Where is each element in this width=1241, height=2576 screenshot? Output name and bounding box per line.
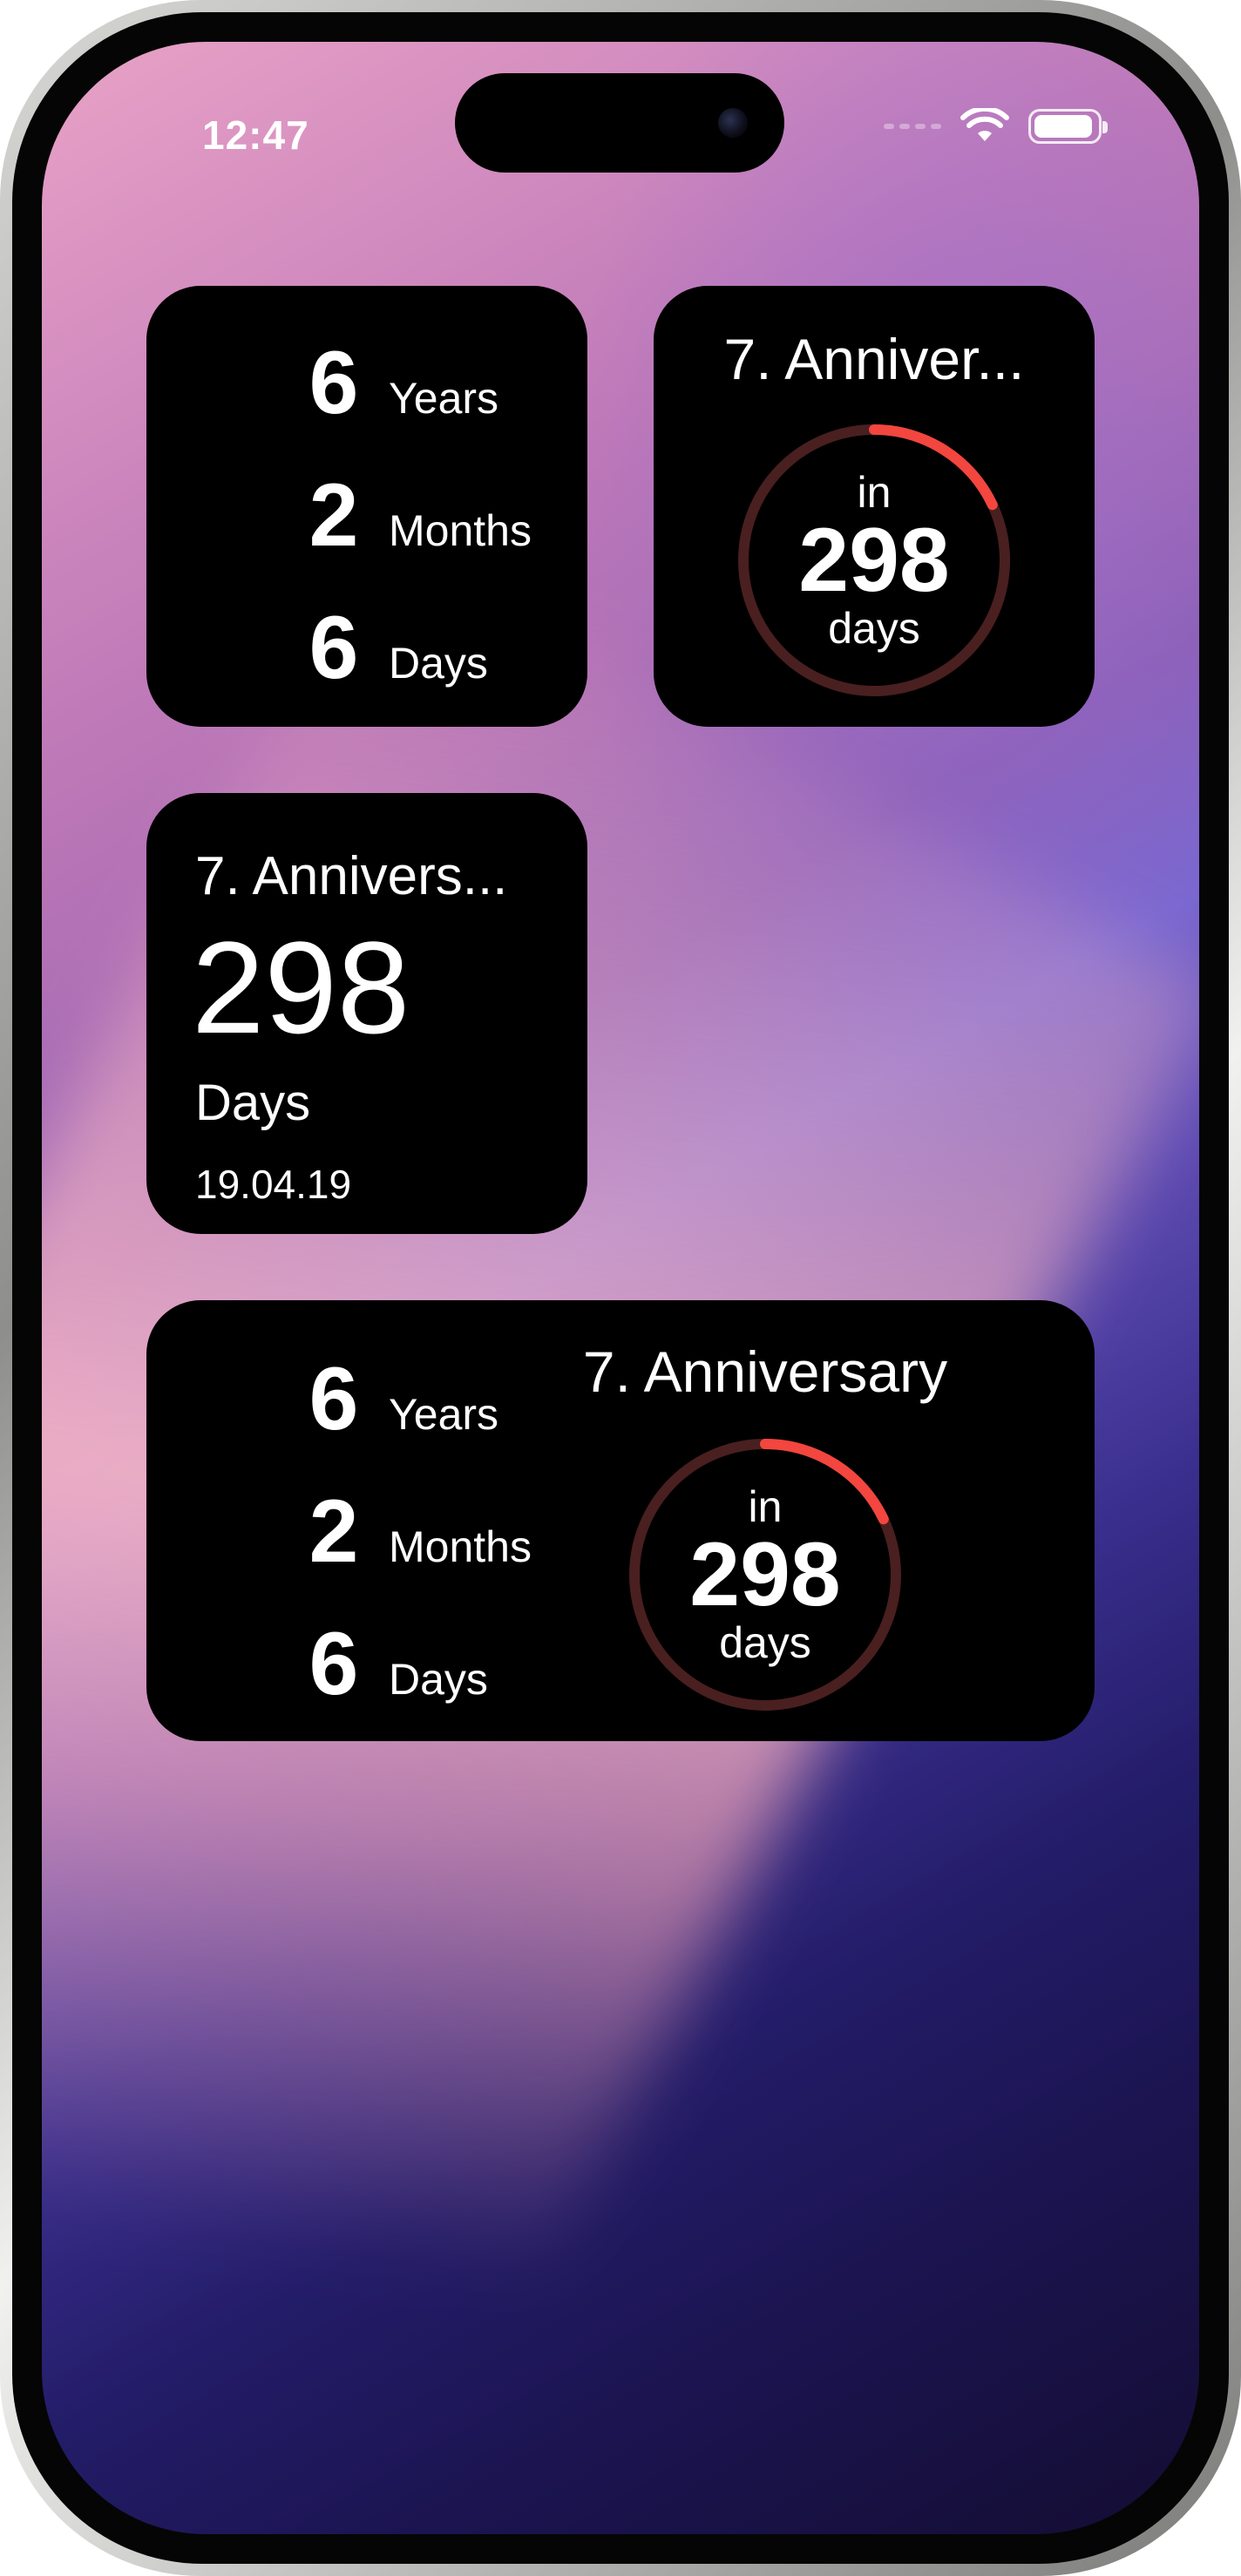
status-time: 12:47 xyxy=(202,112,309,158)
status-bar: 12:47 xyxy=(42,42,1199,173)
countdown-unit: Days xyxy=(195,1074,311,1131)
phone-frame: 12:47 6 Years 2 Months 6 Days 7. Anniver… xyxy=(0,0,1241,2576)
duration-unit: Days xyxy=(389,639,488,688)
progress-ring: in 298 days xyxy=(730,417,1018,704)
duration-unit: Months xyxy=(389,1522,532,1571)
cellular-signal-icon xyxy=(884,124,941,129)
dynamic-island xyxy=(455,73,784,173)
duration-row-days: 6 Days xyxy=(295,603,488,692)
anniversary-widget-medium[interactable]: 6 Years 2 Months 6 Days 7. Anniversary i… xyxy=(146,1300,1095,1741)
duration-list: 6 Years 2 Months 6 Days xyxy=(146,286,587,727)
wifi-icon xyxy=(960,108,1009,141)
countdown-unit: days xyxy=(719,1618,811,1668)
duration-value: 6 xyxy=(309,1349,359,1448)
duration-value: 6 xyxy=(309,598,359,697)
anniversary-title: 7. Annivers... xyxy=(195,846,508,906)
countdown-value: 298 xyxy=(689,1523,841,1625)
battery-level xyxy=(1034,115,1092,138)
anniversary-title: 7. Anniversary xyxy=(582,1339,948,1404)
duration-value: 2 xyxy=(309,465,359,565)
progress-ring: in 298 days xyxy=(621,1431,909,1718)
battery-icon xyxy=(1028,109,1108,144)
duration-unit: Years xyxy=(389,374,499,423)
duration-unit: Days xyxy=(389,1655,488,1704)
duration-row-months: 2 Months xyxy=(295,1487,532,1576)
phone-bezel: 12:47 6 Years 2 Months 6 Days 7. Anniver… xyxy=(12,12,1229,2564)
countdown-value: 298 xyxy=(192,914,410,1061)
countdown-prefix: in xyxy=(857,467,892,517)
countdown-text-widget-small[interactable]: 7. Annivers... 298 Days 19.04.19 xyxy=(146,793,587,1234)
duration-row-years: 6 Years xyxy=(295,338,498,427)
duration-value: 6 xyxy=(309,1614,359,1713)
duration-row-years: 6 Years xyxy=(295,1354,498,1443)
anniversary-title: 7. Anniver... xyxy=(723,327,1025,391)
status-indicators xyxy=(884,108,1108,145)
ring-label: in 298 days xyxy=(621,1431,909,1718)
duration-unit: Months xyxy=(389,506,532,555)
duration-row-days: 6 Days xyxy=(295,1619,488,1708)
anniversary-date: 19.04.19 xyxy=(195,1162,352,1207)
duration-value: 6 xyxy=(309,333,359,432)
duration-row-months: 2 Months xyxy=(295,471,532,559)
front-camera-icon xyxy=(718,108,748,138)
duration-unit: Years xyxy=(389,1390,499,1439)
duration-value: 2 xyxy=(309,1481,359,1581)
countdown-unit: days xyxy=(828,604,920,654)
home-screen: 12:47 6 Years 2 Months 6 Days 7. Anniver… xyxy=(42,42,1199,2534)
countdown-prefix: in xyxy=(748,1481,783,1531)
ring-label: in 298 days xyxy=(730,417,1018,704)
duration-widget-small[interactable]: 6 Years 2 Months 6 Days xyxy=(146,286,587,727)
countdown-value: 298 xyxy=(798,509,950,611)
countdown-ring-widget-small[interactable]: 7. Anniver... in 298 days xyxy=(654,286,1095,727)
